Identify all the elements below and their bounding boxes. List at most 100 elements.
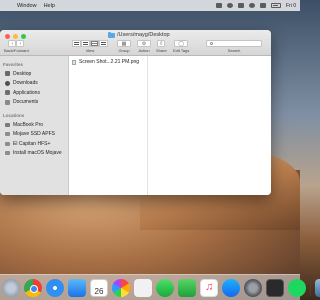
group-button[interactable]: ▦: [117, 40, 131, 47]
file-item[interactable]: Screen Shot...2.21 PM.png: [72, 59, 139, 65]
apple-menu-icon[interactable]: [4, 2, 10, 9]
path-text: /Users/mayg/Desktop: [117, 32, 170, 38]
share-group: ⇧ Share: [156, 40, 167, 53]
sidebar-item-mojave-ssd[interactable]: Mojave SSD APFS: [0, 130, 68, 140]
file-name: Screen Shot...2.21 PM.png: [79, 59, 140, 65]
menu-help[interactable]: Help: [44, 3, 55, 9]
system-preferences-icon[interactable]: [244, 279, 262, 297]
preview-icon[interactable]: [134, 279, 152, 297]
finder-window: /Users/mayg/Desktop ‹ › Back/Forward Vie…: [0, 30, 271, 195]
sidebar-item-el-capitan[interactable]: El Capitan HFS+: [0, 139, 68, 149]
finder-sidebar: Favorites Desktop Downloads Applications…: [0, 56, 69, 195]
action-gear-button[interactable]: ⚙: [137, 40, 151, 47]
list-view-button[interactable]: [81, 40, 90, 47]
finder-titlebar[interactable]: /Users/mayg/Desktop ‹ › Back/Forward Vie…: [0, 30, 271, 56]
tags-group: ◯ Edit Tags: [173, 40, 189, 53]
group-label: Group: [118, 48, 130, 53]
dropbox-icon[interactable]: [216, 3, 222, 8]
file-browser-content: Screen Shot...2.21 PM.png: [70, 56, 271, 195]
battery-icon[interactable]: [271, 3, 281, 8]
sidebar-item-macbook-pro[interactable]: MacBook Pro: [0, 120, 68, 130]
forward-button[interactable]: ›: [16, 40, 25, 47]
chrome-icon[interactable]: [24, 279, 42, 297]
menubar-clock[interactable]: Fri 0: [286, 3, 296, 9]
gallery-view-icon: [101, 42, 106, 45]
list-view-icon: [83, 42, 88, 45]
safari-icon[interactable]: [46, 279, 64, 297]
time-machine-icon[interactable]: [227, 3, 233, 8]
laptop-icon: [5, 122, 10, 127]
sidebar-item-label: Mojave SSD APFS: [13, 131, 55, 138]
search-field[interactable]: [206, 40, 262, 47]
music-icon[interactable]: [200, 279, 218, 297]
view-group: View: [72, 40, 108, 53]
disk-icon: [5, 132, 10, 137]
gallery-view-button[interactable]: [99, 40, 108, 47]
icon-view-button[interactable]: [72, 40, 81, 47]
minimize-window-button[interactable]: [13, 34, 18, 39]
icon-view-icon: [74, 42, 79, 45]
image-file-icon: [72, 59, 76, 65]
finder-toolbar: ‹ › Back/Forward View ▦ Group ⚙ Action ⇧…: [0, 40, 271, 56]
sidebar-item-label: Desktop: [13, 70, 32, 77]
sidebar-item-label: Install macOS Mojave: [13, 150, 62, 157]
disk-icon: [5, 151, 10, 156]
zoom-window-button[interactable]: [21, 34, 26, 39]
menu-bar: Window Help Fri 0: [0, 0, 300, 11]
share-button[interactable]: ⇧: [157, 40, 166, 47]
sidebar-item-downloads[interactable]: Downloads: [0, 79, 68, 89]
documents-icon: [5, 99, 10, 105]
sidebar-item-label: El Capitan HFS+: [13, 140, 51, 147]
sidebar-item-applications[interactable]: Applications: [0, 88, 68, 98]
search-icon: [210, 42, 213, 45]
facetime-icon[interactable]: [178, 279, 196, 297]
terminal-icon[interactable]: [266, 279, 284, 297]
bluetooth-icon[interactable]: [238, 3, 244, 8]
downloads-stack-icon[interactable]: [315, 279, 320, 297]
group-group: ▦ Group: [117, 40, 131, 53]
search-group: Search: [206, 40, 262, 53]
applications-icon: [5, 90, 10, 96]
sidebar-item-label: Applications: [13, 89, 40, 96]
search-label: Search: [227, 48, 241, 53]
edit-tags-button[interactable]: ◯: [174, 40, 189, 47]
locations-header: Locations: [3, 113, 25, 118]
favorites-header: Favorites: [3, 62, 24, 67]
share-label: Share: [156, 48, 167, 53]
volume-icon[interactable]: [260, 3, 266, 8]
calendar-icon[interactable]: 26: [90, 279, 108, 297]
window-path-title: /Users/mayg/Desktop: [108, 31, 170, 38]
sidebar-item-label: Documents: [13, 99, 39, 106]
column-view-button[interactable]: [90, 40, 99, 47]
wifi-icon[interactable]: [249, 3, 255, 8]
view-label: View: [85, 48, 95, 53]
nav-label: Back/Forward: [4, 48, 29, 53]
launchpad-icon[interactable]: [2, 279, 20, 297]
search-input[interactable]: [215, 41, 259, 46]
app-store-icon[interactable]: [222, 279, 240, 297]
sidebar-item-desktop[interactable]: Desktop: [0, 69, 68, 79]
folder-icon: [108, 31, 115, 38]
sidebar-item-label: MacBook Pro: [13, 121, 44, 128]
action-group: ⚙ Action: [137, 40, 151, 53]
tags-label: Edit Tags: [173, 48, 190, 53]
disk-icon: [5, 141, 10, 146]
nav-group: ‹ › Back/Forward: [4, 40, 29, 53]
calendar-day: 26: [94, 287, 104, 296]
sidebar-item-install-mojave[interactable]: Install macOS Mojave: [0, 149, 68, 159]
action-label: Action: [138, 48, 150, 53]
column-view-icon: [92, 42, 97, 45]
messages-icon[interactable]: [156, 279, 174, 297]
dock-separator: [310, 279, 311, 297]
sidebar-item-documents[interactable]: Documents: [0, 98, 68, 108]
desktop-icon: [5, 71, 10, 77]
close-window-button[interactable]: [5, 34, 10, 39]
column-divider[interactable]: [147, 56, 148, 195]
sidebar-item-label: Downloads: [13, 80, 38, 87]
spotify-icon[interactable]: [288, 279, 306, 297]
back-button[interactable]: ‹: [8, 40, 17, 47]
photos-icon[interactable]: [112, 279, 130, 297]
menu-window[interactable]: Window: [17, 3, 37, 9]
mail-icon[interactable]: [68, 279, 86, 297]
dock: 26: [0, 274, 320, 300]
